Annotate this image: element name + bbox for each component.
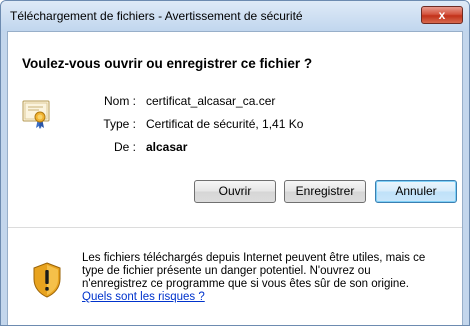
dialog-content: Voulez-vous ouvrir ou enregistrer ce fic…: [7, 31, 463, 325]
warning-line: Les fichiers téléchargés depuis Internet…: [82, 252, 426, 264]
certificate-icon: [22, 100, 50, 129]
window-title: Téléchargement de fichiers - Avertisseme…: [10, 9, 303, 23]
save-button[interactable]: Enregistrer: [284, 180, 366, 203]
warning-line: type de fichier présente un danger poten…: [82, 265, 371, 277]
file-type-value: Certificat de sécurité, 1,41 Ko: [146, 117, 304, 131]
cancel-button[interactable]: Annuler: [375, 180, 457, 203]
close-button[interactable]: x: [421, 6, 463, 24]
warning-line: n'enregistrez ce programme que si vous ê…: [82, 278, 409, 290]
shield-warning-icon: [33, 262, 61, 298]
security-warning-dialog: Téléchargement de fichiers - Avertisseme…: [0, 0, 470, 326]
type-label: Type :: [103, 117, 136, 131]
close-icon: x: [438, 8, 446, 22]
from-label: De :: [113, 140, 136, 154]
title-bar[interactable]: Téléchargement de fichiers - Avertisseme…: [1, 1, 469, 31]
dialog-question: Voulez-vous ouvrir ou enregistrer ce fic…: [22, 56, 313, 71]
file-source-value: alcasar: [146, 140, 188, 154]
open-button[interactable]: Ouvrir: [194, 180, 276, 203]
file-name-value: certificat_alcasar_ca.cer: [146, 94, 276, 108]
name-label: Nom :: [103, 94, 136, 108]
security-warning-text: Les fichiers téléchargés depuis Internet…: [82, 252, 460, 304]
risks-link[interactable]: Quels sont les risques ?: [82, 291, 205, 304]
divider: [8, 227, 462, 228]
